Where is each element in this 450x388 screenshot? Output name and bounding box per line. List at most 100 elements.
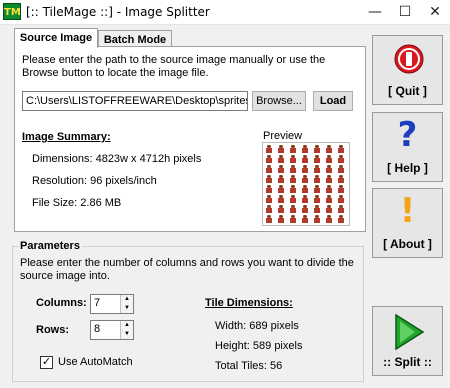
image-summary-heading: Image Summary: [22,131,111,143]
rows-up-arrow-icon[interactable]: ▲ [120,321,133,330]
preview-sprite [302,195,308,203]
tile-width-text: Width: 689 pixels [215,320,299,332]
preview-sprite [290,205,296,213]
image-path-input[interactable]: C:\Users\LISTOFFREEWARE\Desktop\spritesh… [22,91,248,111]
split-button[interactable]: :: Split :: [372,306,443,376]
preview-sprite [278,145,284,153]
preview-sprite [266,205,272,213]
about-button[interactable]: ! [ About ] [372,188,443,258]
quit-label: [ Quit ] [388,84,427,98]
tab-source-image[interactable]: Source Image [14,28,98,48]
preview-sprite [278,165,284,173]
total-tiles-text: Total Tiles: 56 [215,360,283,372]
preview-sprite [302,145,308,153]
preview-sprite [314,165,320,173]
preview-sprite [338,155,344,163]
preview-sprite [326,215,332,223]
automatch-checkbox[interactable]: ✓ [40,356,53,369]
preview-sprite [326,145,332,153]
preview-sprite [266,165,272,173]
preview-sprite [278,155,284,163]
preview-sprite [290,175,296,183]
rows-spinner[interactable]: 8 ▲ ▼ [90,320,134,340]
preview-sprite [302,175,308,183]
preview-sprite [314,145,320,153]
preview-label: Preview [263,130,303,142]
preview-sprite [326,185,332,193]
maximize-button[interactable]: ☐ [390,0,420,24]
close-button[interactable]: ✕ [420,0,450,24]
preview-sprite [266,155,272,163]
preview-sprite [326,195,332,203]
window-title: [:: TileMage ::] - Image Splitter [26,5,210,19]
preview-sprite [326,175,332,183]
columns-value[interactable]: 7 [94,297,100,309]
about-label: [ About ] [383,237,432,251]
help-button[interactable]: ? [ Help ] [372,112,443,182]
preview-sprite [302,185,308,193]
preview-sprite [266,195,272,203]
preview-sprite [326,155,332,163]
preview-image [262,142,350,226]
preview-sprite [314,195,320,203]
columns-up-arrow-icon[interactable]: ▲ [120,295,133,304]
help-icon: ? [397,115,418,155]
preview-sprite [290,215,296,223]
columns-label: Columns: [36,297,87,309]
preview-sprite [302,215,308,223]
preview-sprite [290,145,296,153]
source-instruction: Please enter the path to the source imag… [22,54,326,79]
preview-sprite [266,215,272,223]
preview-sprite [302,205,308,213]
preview-sprite [338,175,344,183]
preview-sprite [278,195,284,203]
browse-button[interactable]: Browse... [252,91,306,111]
preview-sprite [326,205,332,213]
preview-sprite [314,175,320,183]
preview-sprite [338,185,344,193]
dimensions-text: Dimensions: 4823w x 4712h pixels [32,153,202,165]
columns-down-arrow-icon[interactable]: ▼ [120,304,133,313]
load-button[interactable]: Load [313,91,353,111]
play-arrow-icon [395,313,425,351]
preview-sprite [314,155,320,163]
columns-spinner[interactable]: 7 ▲ ▼ [90,294,134,314]
stop-icon [394,44,424,74]
help-label: [ Help ] [387,161,428,175]
preview-sprite [314,205,320,213]
minimize-button[interactable]: — [360,0,390,24]
quit-button[interactable]: [ Quit ] [372,35,443,105]
preview-sprite [302,165,308,173]
preview-sprite [290,155,296,163]
title-bar: TM [:: TileMage ::] - Image Splitter — ☐… [0,0,450,25]
preview-sprite [290,195,296,203]
tile-height-text: Height: 589 pixels [215,340,303,352]
rows-label: Rows: [36,324,69,336]
preview-sprite [314,185,320,193]
file-size-text: File Size: 2.86 MB [32,197,122,209]
tile-dimensions-heading: Tile Dimensions: [205,297,293,309]
preview-sprite [278,205,284,213]
preview-sprite [338,205,344,213]
preview-sprite [266,185,272,193]
preview-sprite [266,175,272,183]
preview-sprite [278,185,284,193]
preview-sprite [278,215,284,223]
preview-sprite [338,195,344,203]
preview-sprite [338,215,344,223]
preview-sprite [266,145,272,153]
app-icon: TM [3,3,21,20]
parameters-legend: Parameters [18,240,82,252]
preview-sprite [338,145,344,153]
resolution-text: Resolution: 96 pixels/inch [32,175,157,187]
about-icon: ! [399,191,416,231]
preview-sprite [278,175,284,183]
rows-value[interactable]: 8 [94,323,100,335]
automatch-label[interactable]: Use AutoMatch [58,356,133,368]
parameters-instruction: Please enter the number of columns and r… [20,257,354,282]
preview-sprite [290,165,296,173]
preview-sprite [326,165,332,173]
preview-sprite [338,165,344,173]
preview-sprite [314,215,320,223]
rows-down-arrow-icon[interactable]: ▼ [120,330,133,339]
